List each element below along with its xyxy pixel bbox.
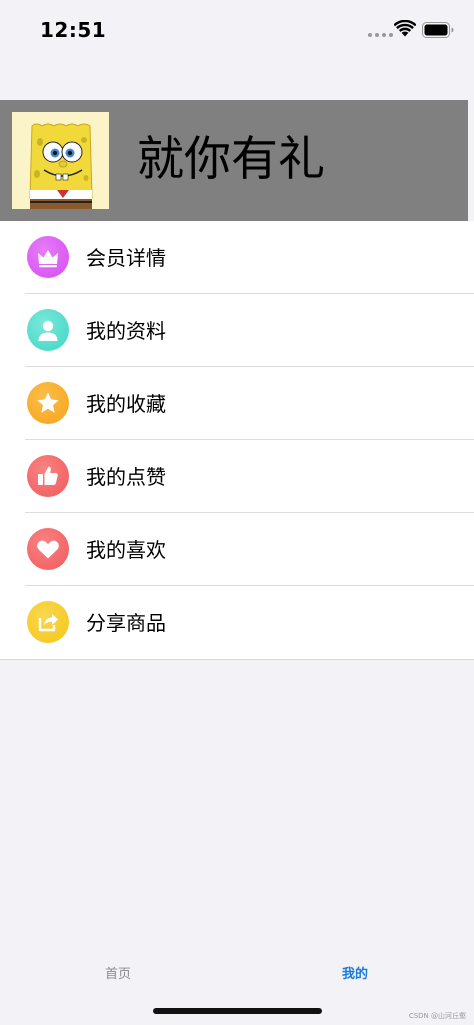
menu-list: 会员详情 我的资料 我的收藏 我的点赞 我的喜欢 分享商品 xyxy=(0,221,474,660)
menu-item-my-favorites[interactable]: 我的收藏 xyxy=(0,367,474,440)
menu-item-my-profile[interactable]: 我的资料 xyxy=(0,294,474,367)
battery-icon xyxy=(422,22,454,38)
menu-item-label: 我的点赞 xyxy=(86,465,166,489)
wifi-icon xyxy=(394,20,416,37)
profile-title: 就你有礼 xyxy=(137,132,325,187)
cellular-signal-icon xyxy=(368,33,393,37)
screen: 12:51 就你有礼 会员详情 我的资料 我的收藏 我的点赞 我的喜欢 分享商品… xyxy=(0,0,474,1025)
avatar[interactable] xyxy=(12,112,109,209)
menu-item-label: 我的喜欢 xyxy=(86,538,166,562)
menu-item-member-details[interactable]: 会员详情 xyxy=(0,221,474,294)
spongebob-avatar-image xyxy=(12,112,109,209)
menu-item-label: 分享商品 xyxy=(86,611,166,635)
menu-item-my-loves[interactable]: 我的喜欢 xyxy=(0,513,474,586)
menu-item-my-likes[interactable]: 我的点赞 xyxy=(0,440,474,513)
status-time: 12:51 xyxy=(40,18,107,42)
heart-icon xyxy=(27,528,69,570)
watermark: CSDN @山河丘壑 xyxy=(408,1012,466,1020)
thumbs-up-icon xyxy=(27,455,69,497)
tab-bar: 首页 我的 CSDN @山河丘壑 xyxy=(0,950,474,1025)
user-icon xyxy=(27,309,69,351)
menu-item-label: 会员详情 xyxy=(86,246,166,270)
tab-home[interactable]: 首页 xyxy=(78,967,158,983)
profile-header: 就你有礼 xyxy=(0,100,468,221)
menu-item-label: 我的资料 xyxy=(86,319,166,343)
home-indicator[interactable] xyxy=(153,1008,322,1014)
crown-icon xyxy=(27,236,69,278)
star-icon xyxy=(27,382,69,424)
tab-mine[interactable]: 我的 xyxy=(315,967,395,983)
status-bar: 12:51 xyxy=(0,0,474,60)
menu-item-share-product[interactable]: 分享商品 xyxy=(0,586,474,659)
share-icon xyxy=(27,601,69,643)
menu-item-label: 我的收藏 xyxy=(86,392,166,416)
